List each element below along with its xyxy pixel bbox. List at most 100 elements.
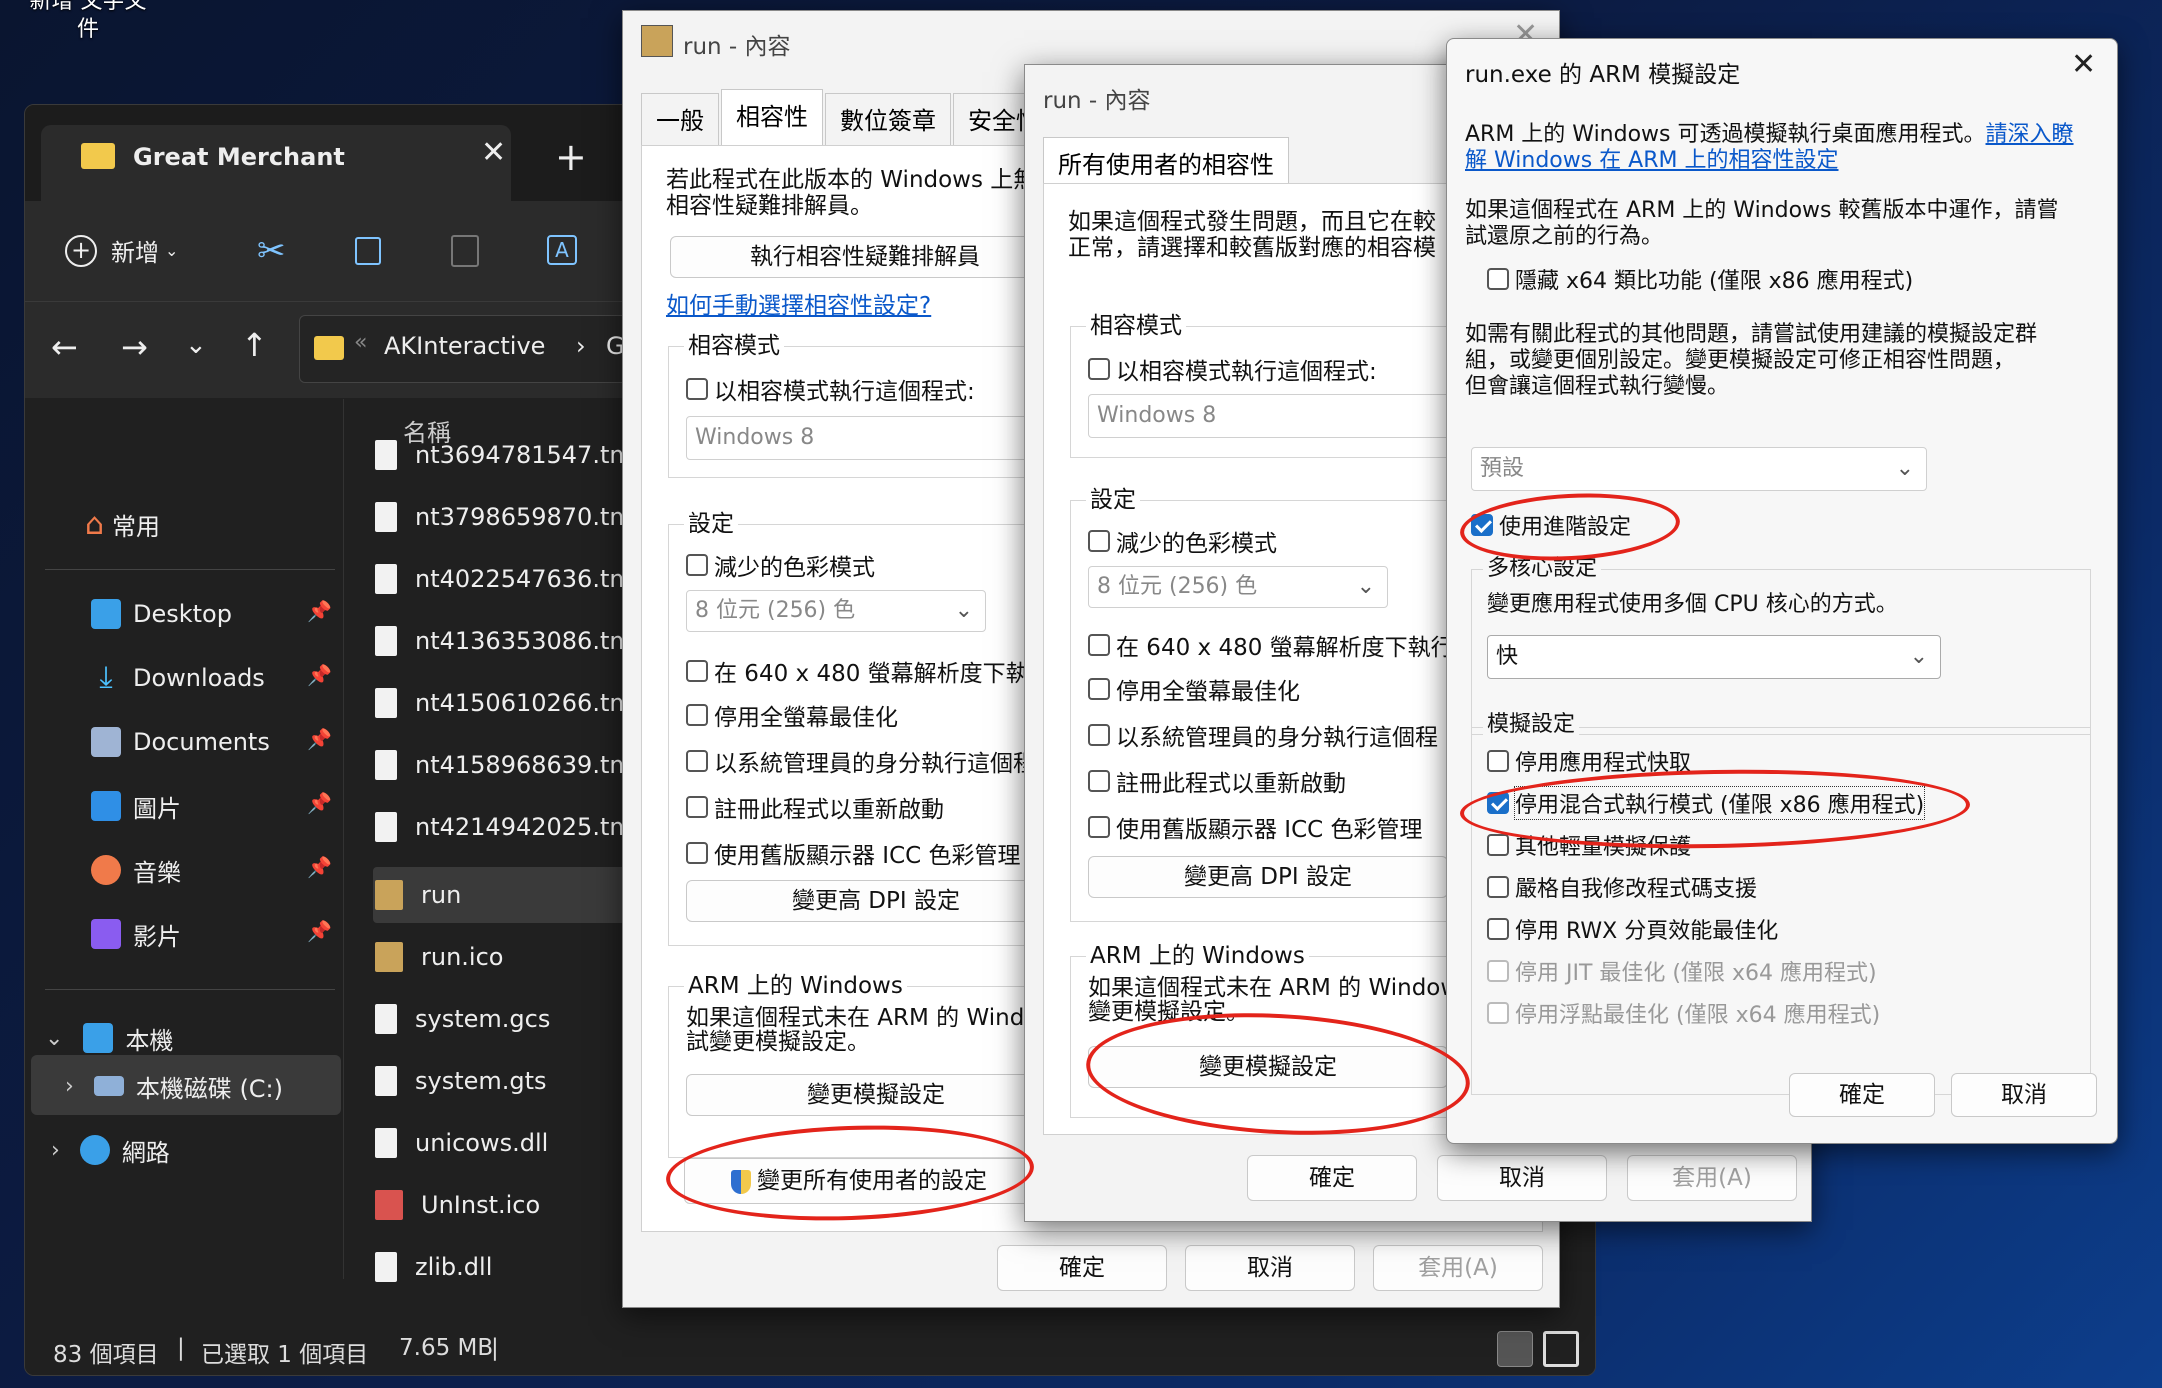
compat-mode-checkbox[interactable]: 以相容模式執行這個程式: — [1088, 352, 1377, 386]
file-row[interactable]: UnInst.ico — [375, 1179, 540, 1231]
computer-icon — [83, 1023, 114, 1053]
change-emulation-button[interactable]: 變更模擬設定 — [686, 1074, 1066, 1116]
run-640-checkbox[interactable]: 在 640 x 480 螢幕解析度下執行 — [1088, 628, 1454, 662]
legacy-icc-checkbox[interactable]: 使用舊版顯示器 ICC 色彩管理 — [1088, 810, 1423, 844]
file-name: nt3694781547.tmp — [415, 441, 648, 469]
new-button[interactable]: + 新增 ⌄ — [65, 233, 178, 268]
file-row[interactable]: nt4136353086.tmp — [375, 615, 648, 667]
cancel-button[interactable]: 取消 — [1951, 1073, 2097, 1117]
compat-os-select[interactable]: Windows 8 — [686, 416, 1066, 460]
color-mode-select[interactable]: 8 位元 (256) 色 ⌄ — [1088, 566, 1388, 608]
tab-digital-signatures[interactable]: 數位簽章 — [825, 93, 951, 148]
register-restart-checkbox[interactable]: 註冊此程式以重新啟動 — [686, 790, 944, 824]
file-row[interactable]: nt3798659870.tmp — [375, 491, 648, 543]
run-as-admin-checkbox[interactable]: 以系統管理員的身分執行這個程 — [1088, 718, 1438, 752]
disable-float-checkbox[interactable]: 停用浮點最佳化 (僅限 x64 應用程式) — [1487, 997, 1880, 1029]
sidebar-item-downloads[interactable]: ⤓ Downloads — [91, 653, 264, 703]
legacy-icc-checkbox[interactable]: 使用舊版顯示器 ICC 色彩管理 — [686, 836, 1021, 870]
ok-button[interactable]: 確定 — [1789, 1073, 1935, 1117]
file-icon — [375, 812, 397, 842]
sidebar-item-desktop[interactable]: Desktop — [91, 589, 232, 639]
run-troubleshooter-button[interactable]: 執行相容性疑難排解員 — [670, 236, 1060, 278]
recent-dropdown-icon[interactable]: ⌄ — [185, 330, 207, 360]
reduced-color-checkbox[interactable]: 減少的色彩模式 — [686, 548, 875, 582]
copy-icon[interactable] — [355, 237, 381, 265]
file-row[interactable]: system.gcs — [375, 993, 550, 1045]
compat-os-select[interactable]: Windows 8 — [1088, 394, 1468, 438]
pin-icon[interactable]: 📌 — [307, 599, 332, 623]
file-row[interactable]: nt3694781547.tmp — [375, 429, 648, 481]
checkbox-box — [1487, 834, 1509, 856]
pin-icon[interactable]: 📌 — [307, 919, 332, 943]
run-as-admin-checkbox[interactable]: 以系統管理員的身分執行這個程式 — [686, 744, 1059, 778]
pin-icon[interactable]: 📌 — [307, 663, 332, 687]
learn-more-link[interactable]: 請深入瞭 — [1986, 122, 2074, 147]
details-view-icon[interactable] — [1497, 1331, 1533, 1367]
apply-button[interactable]: 套用(A) — [1373, 1245, 1543, 1291]
sidebar-item-videos[interactable]: 影片 — [91, 909, 181, 959]
disable-jit-checkbox[interactable]: 停用 JIT 最佳化 (僅限 x64 應用程式) — [1487, 955, 1877, 987]
breadcrumb-item[interactable]: AKInteractive — [384, 332, 545, 360]
file-row[interactable]: unicows.dll — [375, 1117, 548, 1169]
sidebar-item-documents[interactable]: Documents — [91, 717, 270, 767]
explorer-tab[interactable]: Great Merchant ✕ — [41, 125, 511, 201]
file-row[interactable]: system.gts — [375, 1055, 547, 1107]
strict-smc-checkbox[interactable]: 嚴格自我修改程式碼支援 — [1487, 871, 1757, 903]
paste-icon[interactable] — [451, 235, 479, 267]
reduced-color-checkbox[interactable]: 減少的色彩模式 — [1088, 524, 1277, 558]
file-row[interactable]: nt4158968639.tmp — [375, 739, 648, 791]
ok-button[interactable]: 確定 — [997, 1245, 1167, 1291]
hide-x64-checkbox[interactable]: 隱藏 x64 類比功能 (僅限 x86 應用程式) — [1487, 263, 1913, 295]
desktop-file-label[interactable]: 新增 文字文 件 — [8, 0, 168, 44]
manual-compat-link[interactable]: 如何手動選擇相容性設定? — [666, 292, 931, 320]
compat-mode-checkbox[interactable]: 以相容模式執行這個程式: — [686, 372, 975, 406]
chevron-down-icon: ⌄ — [1895, 456, 1914, 481]
color-mode-select[interactable]: 8 位元 (256) 色 ⌄ — [686, 590, 986, 632]
register-restart-checkbox[interactable]: 註冊此程式以重新啟動 — [1088, 764, 1346, 798]
ok-button[interactable]: 確定 — [1247, 1155, 1417, 1201]
tab-compatibility[interactable]: 相容性 — [721, 89, 823, 150]
up-icon[interactable]: ↑ — [241, 326, 268, 364]
pin-icon[interactable]: 📌 — [307, 791, 332, 815]
learn-more-link[interactable]: 解 Windows 在 ARM 上的相容性設定 — [1465, 147, 1839, 175]
pin-icon[interactable]: 📌 — [307, 855, 332, 879]
rename-icon[interactable]: A — [547, 235, 577, 265]
new-tab-button[interactable]: + — [555, 135, 587, 179]
pin-icon[interactable]: 📌 — [307, 727, 332, 751]
multicore-select[interactable]: 快 ⌄ — [1487, 635, 1941, 679]
apply-button[interactable]: 套用(A) — [1627, 1155, 1797, 1201]
cancel-button[interactable]: 取消 — [1185, 1245, 1355, 1291]
close-tab-icon[interactable]: ✕ — [481, 135, 506, 170]
sidebar-item-home[interactable]: ⌂ 常用 — [85, 499, 160, 549]
sidebar-item-pictures[interactable]: 圖片 — [91, 781, 181, 831]
file-row[interactable]: nt4022547636.tmp — [375, 553, 648, 605]
breadcrumb-separator: « — [354, 330, 368, 355]
disable-fullscreen-opt-checkbox[interactable]: 停用全螢幕最佳化 — [1088, 672, 1300, 706]
change-high-dpi-button[interactable]: 變更高 DPI 設定 — [1088, 856, 1448, 898]
close-icon[interactable]: ✕ — [2071, 47, 2096, 82]
cut-icon[interactable]: ✂ — [257, 231, 286, 271]
sidebar-item-network[interactable]: › 網路 — [51, 1125, 170, 1175]
disable-rwx-checkbox[interactable]: 停用 RWX 分頁效能最佳化 — [1487, 913, 1778, 945]
checkbox-label: 停用全螢幕最佳化 — [714, 705, 898, 731]
file-row-selected[interactable]: run — [375, 869, 461, 921]
file-row[interactable]: nt4150610266.tmp — [375, 677, 648, 729]
intro-text: 如果這個程式發生問題，而且它在較 — [1068, 209, 1436, 235]
file-row[interactable]: zlib.dll — [375, 1241, 492, 1293]
preset-select[interactable]: 預設 ⌄ — [1471, 447, 1927, 491]
run-640-checkbox[interactable]: 在 640 x 480 螢幕解析度下執行 — [686, 654, 1052, 688]
sidebar-item-music[interactable]: 音樂 — [91, 845, 181, 895]
disable-fullscreen-opt-checkbox[interactable]: 停用全螢幕最佳化 — [686, 698, 898, 732]
tiles-view-icon[interactable] — [1543, 1331, 1579, 1367]
file-row[interactable]: nt4214942025.tmp — [375, 801, 648, 853]
sidebar-item-drive-row[interactable]: › 本機磁碟 (C:) — [65, 1061, 283, 1111]
cancel-button[interactable]: 取消 — [1437, 1155, 1607, 1201]
checkbox-box — [1487, 960, 1509, 982]
checkbox-box — [1088, 724, 1110, 746]
change-high-dpi-button[interactable]: 變更高 DPI 設定 — [686, 880, 1066, 922]
tab-general[interactable]: 一般 — [641, 93, 719, 148]
checkbox-label: 以相容模式執行這個程式: — [1116, 359, 1377, 385]
forward-icon[interactable]: → — [121, 328, 148, 366]
file-row[interactable]: run.ico — [375, 931, 503, 983]
back-icon[interactable]: ← — [51, 328, 78, 366]
